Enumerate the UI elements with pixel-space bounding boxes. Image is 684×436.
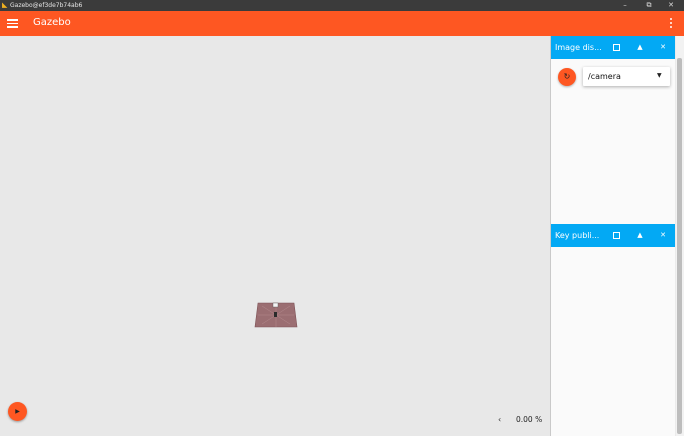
topic-dropdown[interactable]: /camera ▼ (583, 67, 670, 86)
topic-value: /camera (588, 72, 621, 81)
scene-3d-view[interactable]: ▶ ‹ 0.00 % (0, 36, 550, 436)
key-publisher-header: Key publi... ▲ ✕ (551, 224, 675, 247)
minimize-button[interactable]: – (616, 0, 634, 11)
plugin-panel: Image dis... ▲ ✕ ↻ /camera ▼ Key publi..… (551, 36, 675, 436)
dock-icon[interactable] (610, 229, 622, 241)
plugin-title-image-display: Image dis... (555, 43, 602, 52)
close-icon[interactable]: ✕ (657, 41, 669, 53)
play-button[interactable]: ▶ (8, 402, 27, 421)
collapse-icon[interactable]: ▲ (634, 229, 646, 241)
real-time-factor: 0.00 % (516, 415, 543, 424)
app-title: Gazebo (33, 17, 71, 28)
collapse-icon[interactable]: ▲ (634, 41, 646, 53)
hamburger-menu-icon[interactable] (7, 19, 18, 28)
os-title-bar: ◣ Gazebo@ef3de7b74ab6 – ⧉ ✕ (0, 0, 684, 11)
dropdown-caret-icon: ▼ (657, 72, 662, 79)
image-display-header: Image dis... ▲ ✕ (551, 36, 675, 59)
restore-button[interactable]: ⧉ (640, 0, 658, 11)
chevron-left-icon[interactable]: ‹ (498, 415, 501, 424)
app-bar: Gazebo (0, 11, 684, 36)
window-title: Gazebo@ef3de7b74ab6 (10, 2, 83, 9)
world-model[interactable] (254, 300, 298, 330)
refresh-icon[interactable]: ↻ (558, 68, 576, 86)
gazebo-app-icon: ◣ (2, 1, 8, 9)
dock-icon[interactable] (610, 41, 622, 53)
scrollbar-thumb[interactable] (677, 58, 682, 434)
panel-scrollbar[interactable] (676, 36, 684, 436)
window-close-button[interactable]: ✕ (662, 0, 680, 11)
close-icon[interactable]: ✕ (657, 229, 669, 241)
kebab-menu-icon[interactable] (668, 17, 674, 30)
plugin-title-key-publisher: Key publi... (555, 231, 600, 240)
